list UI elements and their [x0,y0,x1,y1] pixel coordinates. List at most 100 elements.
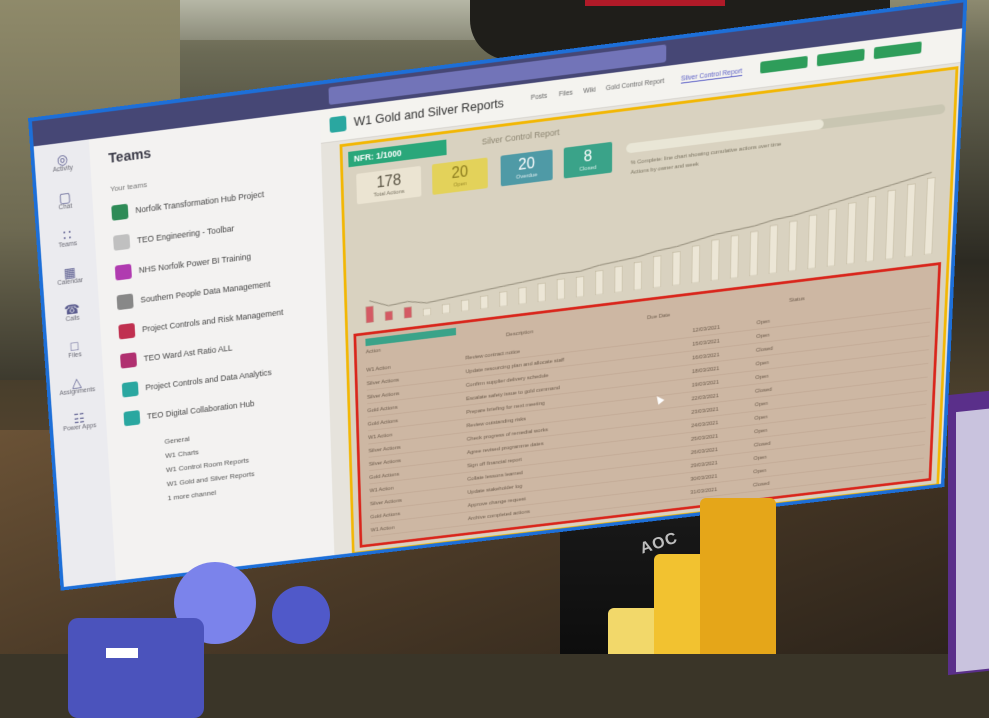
chart-bar[interactable] [634,262,642,290]
tab-files[interactable]: Files [559,90,573,99]
dashboard-subtitle: Silver Control Report [481,127,560,147]
report-action-button-3[interactable] [873,41,922,60]
team-avatar-icon [121,381,139,398]
rail-item-label: Files [68,351,82,360]
your-teams-label: Your teams [110,180,148,194]
chart-bar[interactable] [827,208,837,266]
kpi-card-total[interactable]: 178 Total Actions [356,165,422,205]
teams-logo-square [68,618,204,718]
chart-bar[interactable] [519,287,527,304]
chart-bar[interactable] [808,215,817,269]
chart-bar[interactable] [750,231,759,276]
kpi-caption: Closed [579,164,597,173]
team-item[interactable]: Project Controls and Data Analytics [121,365,272,398]
kpi-card-open[interactable]: 20 Open [431,157,488,195]
team-item[interactable]: Project Controls and Risk Management [118,305,284,340]
chart-bar[interactable] [615,266,623,292]
power-bi-logo-bar [700,498,776,654]
team-item[interactable]: Southern People Data Management [116,276,271,311]
channel-item[interactable]: W1 Gold and Silver Reports [167,470,255,488]
report-action-button-1[interactable] [760,55,808,74]
teams-logo-circle-small [272,586,330,644]
report-icon [329,115,347,134]
tab-posts[interactable]: Posts [531,93,547,102]
team-avatar-icon [111,203,129,221]
team-item[interactable]: TEO Ward Ast Ratio ALL [120,340,233,369]
chart-bar[interactable] [480,295,488,309]
team-item[interactable]: NHS Norfolk Power BI Training [114,249,252,281]
chart-bar[interactable] [595,270,603,295]
power-bi-logo [608,498,778,654]
dashboard-summary-region: NFR: 1/1000 Silver Control Report 178 To… [339,66,959,555]
team-name: Norfolk Transformation Hub Project [135,189,265,216]
chart-bar[interactable] [385,311,393,321]
chart-bar[interactable] [711,240,719,281]
chart-bar[interactable] [866,196,876,262]
chart-bar[interactable] [442,304,450,314]
kpi-value: 20 [518,155,535,174]
teams-heading: Teams [107,145,152,167]
chart-bar[interactable] [499,291,507,306]
tab-gold-control-report[interactable]: Gold Control Report [606,78,665,92]
team-avatar-icon [118,322,136,340]
chart-bar[interactable] [924,178,935,255]
kpi-card-closed[interactable]: 8 Closed [563,141,613,179]
chart-bar[interactable] [576,276,584,297]
rail-item-label: Chat [58,202,73,211]
chart-bar[interactable] [846,202,856,264]
team-avatar-icon [114,263,132,281]
chart-bar[interactable] [905,184,916,257]
chart-bar[interactable] [557,279,565,300]
rail-item-label: Power Apps [62,422,97,433]
team-item[interactable]: TEO Digital Collaboration Hub [123,396,255,427]
tab-wiki[interactable]: Wiki [583,87,595,95]
team-name: TEO Digital Collaboration Hub [146,398,255,421]
channel-item[interactable]: W1 Charts [165,448,199,460]
chart-bar[interactable] [653,256,661,288]
kpi-value: 8 [583,148,593,166]
channel-content: W1 Gold and Silver Reports Posts Files W… [319,27,968,563]
team-avatar-icon [123,410,141,427]
channel-item[interactable]: General [164,435,190,446]
team-name: Project Controls and Data Analytics [145,367,272,393]
rail-item-label: Activity [52,164,74,174]
rail-item-label: Assignments [59,385,96,397]
team-name: Project Controls and Risk Management [141,307,284,334]
file-icon: □ [70,337,79,354]
kpi-caption: Overdue [516,172,538,181]
chart-bar[interactable] [461,300,469,312]
progress-bar [626,103,946,154]
chart-bar[interactable] [730,235,739,278]
report-action-button-2[interactable] [816,48,865,67]
chart-bar[interactable] [692,246,700,284]
kpi-card-overdue[interactable]: 20 Overdue [500,149,553,187]
team-name: NHS Norfolk Power BI Training [138,251,252,275]
kpi-caption: Open [453,181,467,189]
kpi-value: 20 [451,163,469,183]
team-avatar-icon [120,352,138,369]
chart-bar[interactable] [404,307,412,319]
chart-bar[interactable] [885,190,895,259]
team-name: TEO Ward Ast Ratio ALL [143,343,233,364]
team-name: TEO Engineering - Toolbar [136,223,235,246]
microsoft-teams-logo [68,560,348,718]
rail-item-label: Teams [58,239,78,249]
rail-item-power-apps[interactable]: ☷ Power Apps [51,400,107,442]
chart-bar[interactable] [788,221,797,272]
tab-silver-control-report[interactable]: Silver Control Report [680,68,743,84]
team-item[interactable]: Norfolk Transformation Hub Project [111,187,264,221]
teams-icon: ∷ [62,226,72,243]
team-name: Southern People Data Management [140,279,271,305]
chart-bar[interactable] [769,225,778,274]
team-item[interactable]: TEO Engineering - Toolbar [113,221,234,251]
chart-bar[interactable] [366,306,374,323]
teams-logo-letter [106,648,138,658]
chart-bar[interactable] [423,308,431,316]
rail-item-label: Calls [65,314,80,323]
chart-bar[interactable] [672,252,680,286]
channel-item[interactable]: 1 more channel [167,488,216,502]
teams-panel: Teams Your teams Norfolk Transformation … [88,110,335,588]
dashboard-badge: NFR: 1/1000 [348,139,447,168]
chart-bar[interactable] [538,283,546,302]
team-avatar-icon [113,233,131,251]
